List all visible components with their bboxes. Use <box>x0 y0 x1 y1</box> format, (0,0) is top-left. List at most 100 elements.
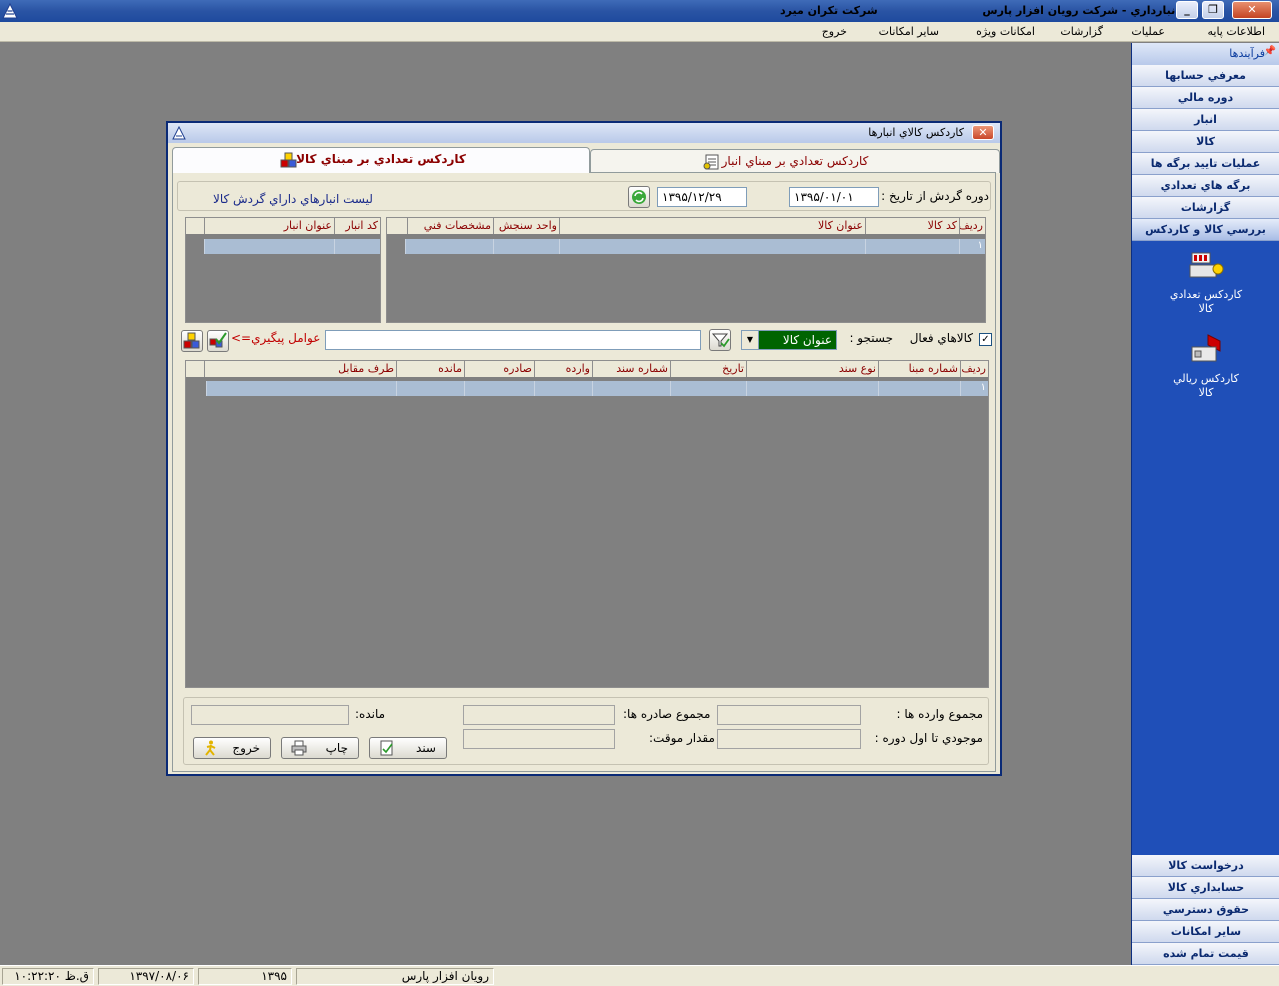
goods-grid[interactable]: رديف كد كالا عنوان كالا واحد سنجش مشخصات… <box>386 217 986 323</box>
kardex-grid[interactable]: رديف شماره مبنا نوع سند تاريخ شماره سند … <box>185 360 989 688</box>
kardex-cell-balance <box>396 381 464 396</box>
menu-special-features[interactable]: امكانات ويژه <box>976 25 1035 38</box>
active-goods-checkbox[interactable]: ✓ <box>979 333 992 346</box>
tab-kardex-by-goods[interactable]: كاردكس تعدادي بر مبناي كالا <box>172 147 590 173</box>
process-panel-header: 📌 فرآيندها <box>1132 43 1279 65</box>
menu-reports[interactable]: گزارشات <box>1060 25 1103 38</box>
refresh-icon <box>632 190 646 204</box>
side-item-accounts[interactable]: معرفي حسابها <box>1132 65 1279 87</box>
table-row[interactable] <box>204 239 380 254</box>
kardex-col-outgoing[interactable]: صادره <box>464 361 534 377</box>
table-row[interactable]: ۱ <box>206 381 988 396</box>
goods-cell-code <box>865 239 959 254</box>
sum-outgoing-label: مجموع صادره ها: <box>623 707 711 721</box>
pin-icon[interactable]: 📌 <box>1264 46 1276 57</box>
print-button[interactable]: چاپ <box>281 737 359 759</box>
tile-quantity-kardex[interactable]: كاردكس تعدادي كالا <box>1132 249 1279 316</box>
tab-kardex-by-warehouse[interactable]: كاردكس تعدادي بر مبناي انبار <box>590 149 1000 173</box>
kardex-col-date[interactable]: تاريخ <box>670 361 746 377</box>
dialog-logo-icon <box>172 126 186 140</box>
menu-basic-info[interactable]: اطلاعات پايه <box>1207 25 1265 38</box>
check-cubes-icon <box>209 332 227 348</box>
side-item-quantity-sheets[interactable]: برگه هاي تعدادي <box>1132 175 1279 197</box>
goods-col-code[interactable]: كد كالا <box>865 218 959 234</box>
menu-other-features[interactable]: ساير امكانات <box>879 25 939 38</box>
window-title: انبارداري - شركت رويان افزار پارس <box>982 4 1179 17</box>
side-item-approve-sheets[interactable]: عمليات تاييد برگه ها <box>1132 153 1279 175</box>
kardex-col-incoming[interactable]: وارده <box>534 361 592 377</box>
exit-button[interactable]: خروج <box>193 737 271 759</box>
document-icon <box>380 740 393 756</box>
filter-button[interactable] <box>709 329 731 351</box>
warehouse-grid-header: كد انبار عنوان انبار <box>186 218 380 234</box>
side-item-goods-kardex[interactable]: بررسي كالا و كاردكس <box>1132 219 1279 241</box>
goods-cell-unit <box>493 239 559 254</box>
kardex-cell-doc-type <box>746 381 878 396</box>
tab-body: دوره گردش از تاريخ : ۱۳۹۵/۰۱/۰۱ ۱۳۹۵/۱۲/… <box>172 172 996 772</box>
balance-field <box>191 705 349 725</box>
search-label: جستجو : <box>849 331 893 345</box>
close-button[interactable]: ✕ <box>1232 1 1272 19</box>
menu-exit[interactable]: خروج <box>822 25 847 38</box>
rial-kardex-icon <box>1191 334 1221 362</box>
goods-col-title[interactable]: عنوان كالا <box>559 218 865 234</box>
kardex-col-row[interactable]: رديف <box>960 361 988 377</box>
kardex-cell-base-number <box>878 381 960 396</box>
app-logo-icon <box>2 3 18 19</box>
date-from-input[interactable]: ۱۳۹۵/۰۱/۰۱ <box>789 187 879 207</box>
printer-icon <box>291 740 307 756</box>
refresh-button[interactable] <box>628 186 650 208</box>
kardex-col-doc-type[interactable]: نوع سند <box>746 361 878 377</box>
warehouse-col-code[interactable]: كد انبار <box>334 218 380 234</box>
opening-balance-label: موجودي تا اول دوره : <box>874 731 983 745</box>
side-item-goods-request[interactable]: درخواست كالا <box>1132 855 1279 877</box>
chevron-down-icon[interactable]: ▼ <box>742 331 759 349</box>
document-button[interactable]: سند <box>369 737 447 759</box>
process-panel: 📌 فرآيندها معرفي حسابها دوره مالي انبار … <box>1131 43 1279 965</box>
search-field-select[interactable]: ▼ عنوان كالا <box>741 330 837 350</box>
dialog-title: كاردكس كالاي انبارها <box>868 126 964 139</box>
goods-cubes-icon <box>183 332 200 349</box>
date-to-input[interactable]: ۱۳۹۵/۱۲/۲۹ <box>657 187 747 207</box>
warehouse-cell-title <box>204 239 334 254</box>
restore-button[interactable]: ❐ <box>1202 1 1224 19</box>
goods-cell-specs <box>405 239 493 254</box>
status-time: ق.ظ ۱۰:۲۲:۲۰ <box>2 968 94 985</box>
side-item-goods-accounting[interactable]: حسابداري كالا <box>1132 877 1279 899</box>
goods-cubes-icon <box>280 152 297 168</box>
temp-amount-label: مقدار موقت: <box>649 731 715 745</box>
kardex-cell-counterparty <box>206 381 396 396</box>
goods-cell-row: ۱ <box>959 239 985 254</box>
side-item-goods[interactable]: كالا <box>1132 131 1279 153</box>
goods-col-specs[interactable]: مشخصات فني <box>407 218 493 234</box>
goods-col-row[interactable]: رديف <box>959 218 985 234</box>
goods-cubes-button[interactable] <box>181 330 203 352</box>
running-man-icon <box>205 740 216 756</box>
goods-cell-title <box>559 239 865 254</box>
sum-outgoing-field <box>463 705 615 725</box>
opening-balance-field <box>717 729 861 749</box>
side-item-other-features[interactable]: ساير امكانات <box>1132 921 1279 943</box>
tile-quantity-kardex-label: كاردكس تعدادي كالا <box>1169 288 1243 315</box>
side-item-fiscal-period[interactable]: دوره مالي <box>1132 87 1279 109</box>
side-item-reports[interactable]: گزارشات <box>1132 197 1279 219</box>
goods-col-unit[interactable]: واحد سنجش <box>493 218 559 234</box>
search-input[interactable] <box>325 330 701 350</box>
kardex-cell-doc-number <box>592 381 670 396</box>
dialog-close-button[interactable]: ✕ <box>972 125 994 140</box>
tracking-check-button[interactable] <box>207 330 229 352</box>
kardex-col-balance[interactable]: مانده <box>396 361 464 377</box>
warehouse-grid[interactable]: كد انبار عنوان انبار <box>185 217 381 323</box>
side-item-warehouse[interactable]: انبار <box>1132 109 1279 131</box>
tile-rial-kardex[interactable]: كاردكس ريالي كالا <box>1132 333 1279 400</box>
kardex-col-doc-number[interactable]: شماره سند <box>592 361 670 377</box>
side-item-access-rights[interactable]: حقوق دسترسي <box>1132 899 1279 921</box>
kardex-col-counterparty[interactable]: طرف مقابل <box>204 361 396 377</box>
side-item-cost-price[interactable]: قيمت تمام شده <box>1132 943 1279 965</box>
company-name: شركت تكران ميرد <box>780 4 878 17</box>
kardex-col-base-number[interactable]: شماره مبنا <box>878 361 960 377</box>
minimize-button[interactable]: _ <box>1176 1 1198 19</box>
table-row[interactable]: ۱ <box>405 239 985 254</box>
menu-operations[interactable]: عمليات <box>1131 25 1165 38</box>
warehouse-col-title[interactable]: عنوان انبار <box>204 218 334 234</box>
